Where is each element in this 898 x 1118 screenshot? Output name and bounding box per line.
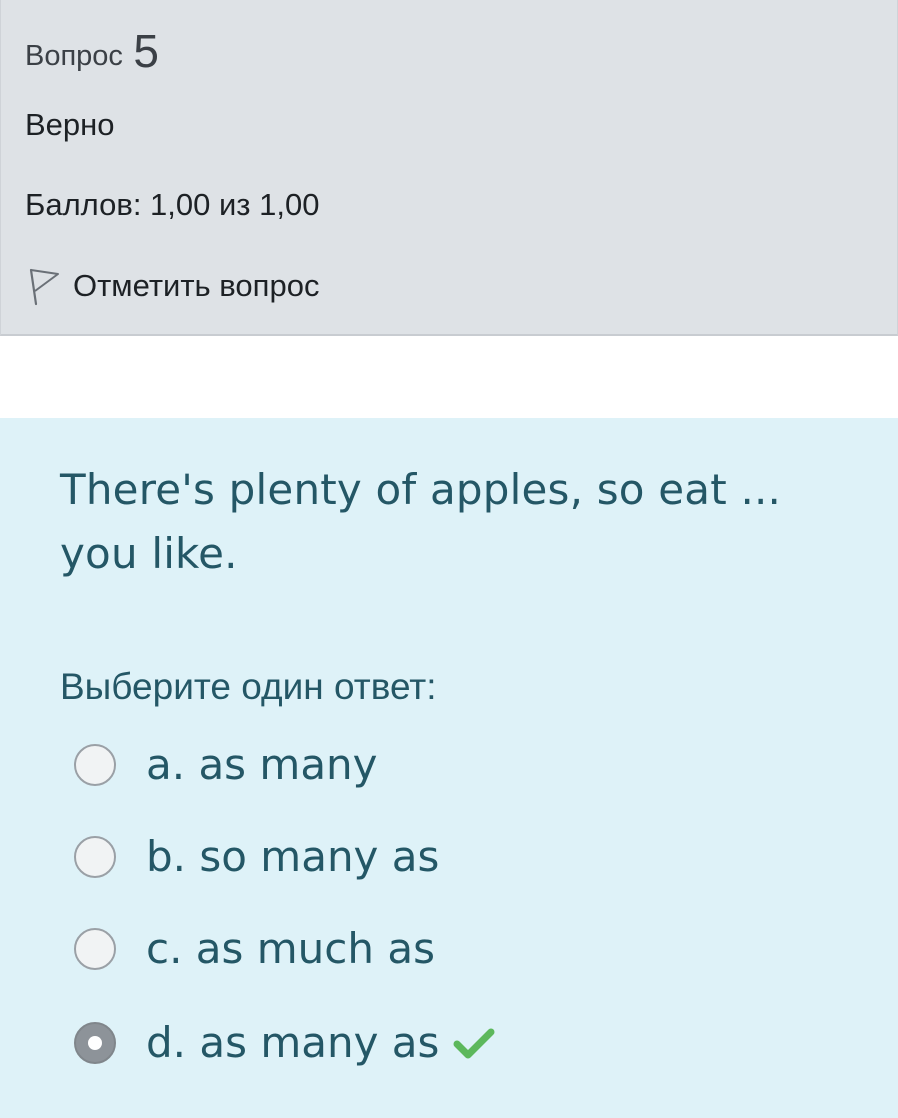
checkmark-icon xyxy=(451,1025,497,1061)
question-label: Вопрос xyxy=(25,40,123,72)
flag-question-label: Отметить вопрос xyxy=(73,268,320,303)
quiz-question-page: Вопрос 5 Верно Баллов: 1,00 из 1,00 Отме… xyxy=(0,0,898,1118)
answer-label: a. as many xyxy=(146,740,378,789)
radio-button[interactable] xyxy=(74,743,116,786)
question-info-panel: Вопрос 5 Верно Баллов: 1,00 из 1,00 Отме… xyxy=(0,0,898,336)
question-state: Верно xyxy=(25,107,115,142)
radio-button[interactable] xyxy=(74,835,116,878)
radio-button-selected[interactable] xyxy=(74,1021,116,1064)
flag-question-button[interactable]: Отметить вопрос xyxy=(27,266,319,306)
answer-label: d. as many as xyxy=(146,1018,440,1067)
answer-option-b[interactable]: b. so many as xyxy=(74,832,439,881)
radio-button[interactable] xyxy=(74,927,116,970)
answer-label: b. so many as xyxy=(146,832,440,881)
question-content: There's plenty of apples, so eat ... you… xyxy=(0,418,898,1118)
question-grade: Баллов: 1,00 из 1,00 xyxy=(25,187,320,222)
answer-prompt: Выберите один ответ: xyxy=(60,666,437,707)
answer-label: c. as much as xyxy=(146,924,435,973)
answer-option-a[interactable]: a. as many xyxy=(74,740,378,789)
flag-outline-icon xyxy=(27,266,61,306)
question-text: There's plenty of apples, so eat ... you… xyxy=(60,465,782,578)
answer-option-c[interactable]: c. as much as xyxy=(74,924,435,973)
question-number: Вопрос 5 xyxy=(25,22,159,77)
question-number-value: 5 xyxy=(133,25,159,77)
answer-option-d[interactable]: d. as many as xyxy=(74,1018,497,1067)
